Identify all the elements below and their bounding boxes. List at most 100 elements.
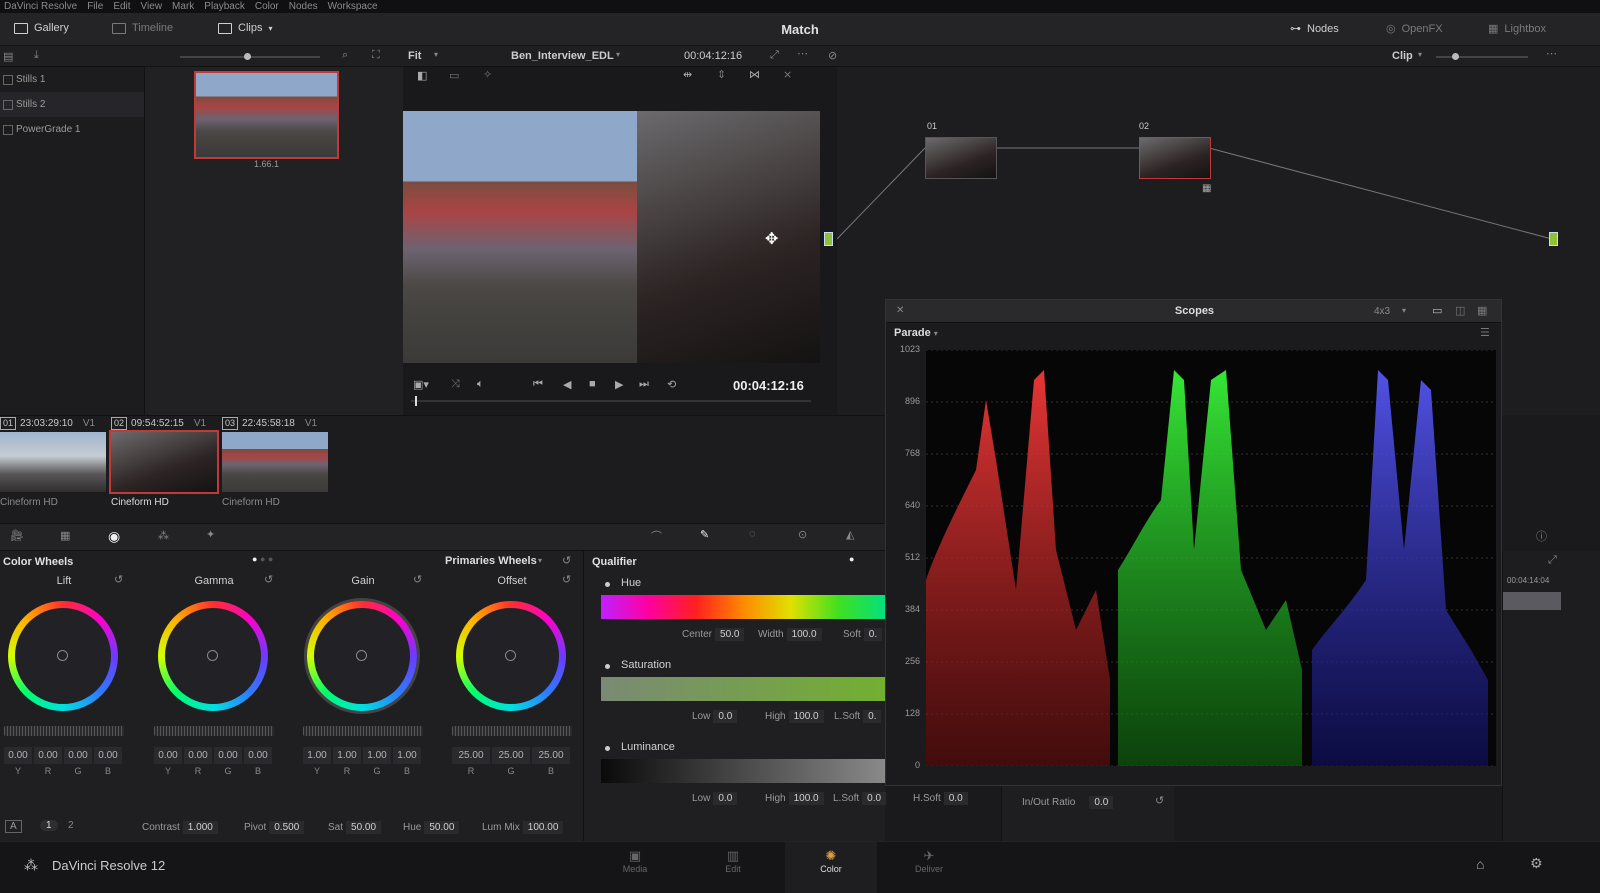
wheel-center-handle[interactable] bbox=[356, 650, 367, 661]
lum-high-field[interactable]: 100.0 bbox=[788, 792, 824, 805]
lum-hsoft-field[interactable]: 0.0 bbox=[943, 792, 968, 805]
wheels-mode-dropdown[interactable]: Primaries Wheels bbox=[445, 555, 537, 567]
sat-lsoft-field[interactable]: 0. bbox=[863, 710, 882, 723]
split-screen-icon[interactable]: ◧ bbox=[417, 69, 427, 82]
still-thumbnail[interactable] bbox=[194, 71, 339, 159]
magic-icon[interactable]: ✧ bbox=[483, 68, 492, 81]
gain-master-wheel[interactable] bbox=[303, 726, 423, 736]
wheel-center-handle[interactable] bbox=[57, 650, 68, 661]
sidebar-item-stills-1[interactable]: Stills 1 bbox=[0, 67, 144, 92]
play-icon[interactable]: ▶ bbox=[615, 378, 623, 391]
expand-icon[interactable]: ⛶ bbox=[372, 49, 380, 62]
fit-dropdown[interactable]: Fit bbox=[408, 50, 421, 62]
reset-icon[interactable]: ↺ bbox=[264, 573, 273, 586]
sidebar-item-stills-2[interactable]: Stills 2 bbox=[0, 92, 144, 117]
sat-high-field[interactable]: 100.0 bbox=[788, 710, 824, 723]
single-view-icon[interactable]: ▭ bbox=[1432, 304, 1442, 317]
hue-width-field[interactable]: 100.0 bbox=[786, 628, 822, 641]
page-1-button[interactable]: 1 bbox=[40, 820, 58, 831]
dual-view-icon[interactable]: ◫ bbox=[1455, 304, 1465, 317]
mix-icon[interactable]: ⨯ bbox=[783, 68, 792, 81]
clip-item[interactable]: 01 23:03:29:10 V1 Cineform HD bbox=[0, 416, 110, 508]
go-to-start-icon[interactable]: ⏮︎ bbox=[533, 378, 543, 391]
pivot-field[interactable]: 0.500 bbox=[269, 821, 305, 834]
rgb-mixer-icon[interactable]: ⁂ bbox=[158, 529, 169, 542]
stop-icon[interactable]: ■ bbox=[589, 378, 596, 390]
keyframe-track[interactable] bbox=[1503, 592, 1561, 610]
lum-lsoft-field[interactable]: 0.0 bbox=[862, 792, 887, 805]
lum-mix-field[interactable]: 100.00 bbox=[522, 821, 564, 834]
hue-range-bar[interactable] bbox=[601, 595, 886, 619]
camera-raw-icon[interactable]: 🎥︎ bbox=[10, 529, 24, 542]
window-icon[interactable]: ◌ bbox=[749, 528, 756, 540]
qualifier-eyedropper-icon[interactable]: ✎ bbox=[700, 528, 709, 541]
page-2-button[interactable]: 2 bbox=[68, 820, 74, 831]
clip-item[interactable]: 03 22:45:58:18 V1 Cineform HD bbox=[222, 416, 332, 508]
home-icon[interactable]: ⌂ bbox=[1476, 856, 1484, 872]
search-icon[interactable]: ⌕ bbox=[342, 49, 348, 62]
node-01[interactable] bbox=[925, 137, 997, 179]
quad-view-icon[interactable]: ▦ bbox=[1477, 304, 1487, 317]
gamma-value[interactable]: 0.00 bbox=[154, 747, 182, 764]
expand-icon[interactable]: ⤢ bbox=[1548, 554, 1557, 567]
output-node[interactable] bbox=[1549, 232, 1558, 246]
menu-mark[interactable]: Mark bbox=[172, 1, 194, 12]
timeline-dropdown[interactable]: Ben_Interview_EDL bbox=[511, 50, 614, 62]
gain-value[interactable]: 1.00 bbox=[333, 747, 361, 764]
offset-value[interactable]: 25.00 bbox=[452, 747, 490, 764]
lift-value[interactable]: 0.00 bbox=[34, 747, 62, 764]
color-match-icon[interactable]: ▦ bbox=[60, 529, 70, 542]
fullscreen-icon[interactable]: ⤢ bbox=[770, 49, 779, 62]
step-back-icon[interactable]: ◀ bbox=[563, 378, 571, 391]
color-wheels-icon[interactable]: ◉ bbox=[108, 528, 120, 545]
menu-file[interactable]: File bbox=[87, 1, 103, 12]
menu-playback[interactable]: Playback bbox=[204, 1, 245, 12]
clip-mode-dropdown[interactable]: Clip bbox=[1392, 50, 1413, 62]
node-zoom-slider[interactable] bbox=[1436, 53, 1528, 60]
lift-value[interactable]: 0.00 bbox=[94, 747, 122, 764]
slider-handle[interactable] bbox=[244, 53, 251, 60]
saturation-range-bar[interactable] bbox=[601, 677, 886, 701]
luminance-range-bar[interactable] bbox=[601, 759, 886, 783]
wheel-center-handle[interactable] bbox=[505, 650, 516, 661]
scope-type-dropdown[interactable]: Parade ▾ bbox=[894, 327, 938, 339]
hue-field[interactable]: 50.00 bbox=[424, 821, 460, 834]
gain-value[interactable]: 1.00 bbox=[393, 747, 421, 764]
gain-value[interactable]: 1.00 bbox=[303, 747, 331, 764]
wipe-horizontal-icon[interactable]: ⇹ bbox=[683, 68, 692, 81]
menu-edit[interactable]: Edit bbox=[113, 1, 130, 12]
widescreen-icon[interactable]: ▭ bbox=[449, 69, 459, 82]
swap-icon[interactable]: ⋈ bbox=[749, 68, 760, 81]
playhead[interactable] bbox=[415, 396, 417, 406]
reset-icon[interactable]: ↺ bbox=[114, 573, 123, 586]
clip-item[interactable]: 02 09:54:52:15 V1 Cineform HD bbox=[109, 416, 221, 508]
gamma-master-wheel[interactable] bbox=[154, 726, 274, 736]
wipe-handle-icon[interactable]: ✥ bbox=[765, 229, 778, 249]
gamma-value[interactable]: 0.00 bbox=[184, 747, 212, 764]
download-icon[interactable]: ⤓ bbox=[34, 49, 39, 62]
motion-effects-icon[interactable]: ✦ bbox=[206, 528, 215, 541]
contrast-field[interactable]: 1.000 bbox=[182, 821, 218, 834]
menu-app[interactable]: DaVinci Resolve bbox=[4, 1, 77, 12]
gain-value[interactable]: 1.00 bbox=[363, 747, 391, 764]
gallery-zoom-slider[interactable] bbox=[180, 53, 320, 60]
in-out-ratio-field[interactable]: 0.0 bbox=[1089, 796, 1114, 809]
scopes-layout-dropdown[interactable]: 4x3 bbox=[1374, 306, 1390, 317]
offset-value[interactable]: 25.00 bbox=[492, 747, 530, 764]
page-edit[interactable]: ▥ Edit bbox=[708, 848, 758, 874]
scope-settings-icon[interactable]: ☰ bbox=[1480, 326, 1490, 339]
node-02[interactable] bbox=[1139, 137, 1211, 179]
page-deliver[interactable]: ✈ Deliver bbox=[904, 848, 954, 874]
shuffle-icon[interactable]: ⤨ bbox=[451, 378, 460, 391]
hue-soft-field[interactable]: 0. bbox=[863, 628, 883, 641]
page-media[interactable]: ▣ Media bbox=[610, 848, 660, 874]
sidebar-toggle-icon[interactable]: ▤ bbox=[3, 50, 13, 63]
reset-icon[interactable]: ↺ bbox=[413, 573, 422, 586]
more-icon[interactable]: ⋯ bbox=[797, 47, 808, 60]
tracker-icon[interactable]: ⊙ bbox=[798, 528, 807, 541]
info-icon[interactable]: ⓘ bbox=[1536, 528, 1547, 544]
go-to-end-icon[interactable]: ⏭︎ bbox=[639, 378, 649, 391]
lift-value[interactable]: 0.00 bbox=[64, 747, 92, 764]
hue-center-field[interactable]: 50.0 bbox=[715, 628, 745, 641]
page-color[interactable]: ✺ Color bbox=[785, 848, 877, 874]
